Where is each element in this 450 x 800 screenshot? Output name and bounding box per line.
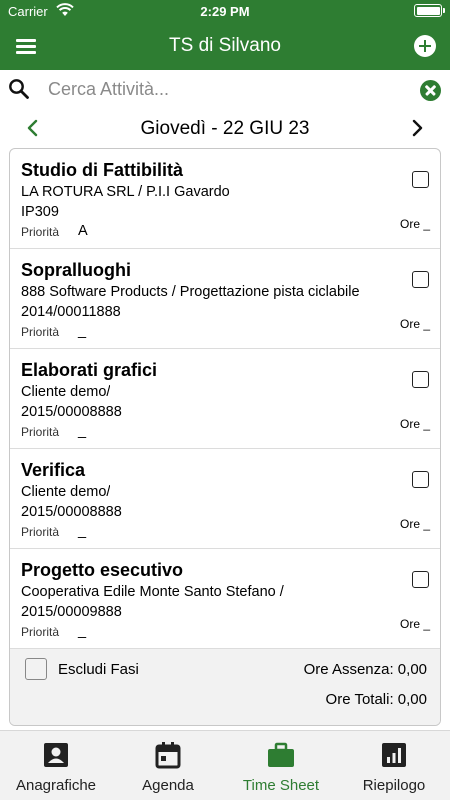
activity-name: Verifica — [21, 460, 86, 480]
list-item[interactable]: Studio di Fattibilità LA ROTURA SRL / P.… — [10, 149, 440, 249]
activity-client: Cooperativa Edile Monte Santo Stefano / — [21, 584, 284, 600]
activity-name: Elaborati grafici — [21, 360, 158, 380]
tab-time-sheet[interactable]: Time Sheet — [225, 731, 337, 800]
search-icon — [8, 78, 30, 105]
list-item[interactable]: Progetto esecutivo Cooperativa Edile Mon… — [10, 549, 440, 649]
activity-code: 2015/00008888 — [21, 504, 122, 520]
priority-label: Priorità — [21, 525, 60, 539]
contact-card-icon — [42, 741, 70, 769]
activity-hours: Ore _ — [399, 317, 430, 331]
bar-chart-icon — [380, 741, 408, 769]
priority-value: A — [78, 223, 88, 239]
list-item[interactable]: Verifica Cliente demo/ 2015/00008888 Pri… — [10, 449, 440, 549]
page-title: TS di Silvano — [169, 35, 281, 56]
activity-client: 888 Software Products / Progettazione pi… — [21, 284, 360, 300]
chevron-right-icon[interactable] — [408, 119, 426, 137]
activity-code: 2015/00009888 — [21, 604, 122, 620]
activity-checkbox[interactable] — [412, 271, 429, 288]
priority-label: Priorità — [21, 225, 60, 239]
list-item[interactable]: Sopralluoghi 888 Software Products / Pro… — [10, 249, 440, 349]
activity-hours: Ore _ — [399, 517, 430, 531]
priority-label: Priorità — [21, 425, 60, 439]
app-screen: Carrier 2:29 PM TS di Silvano Giovedì - … — [0, 0, 450, 800]
current-date: Giovedì - 22 GIU 23 — [140, 118, 310, 139]
priority-label: Priorità — [21, 325, 60, 339]
escludi-fasi-label: Escludi Fasi — [58, 661, 139, 678]
battery-icon — [414, 4, 445, 17]
activity-checkbox[interactable] — [412, 371, 429, 388]
priority-label: Priorità — [21, 625, 60, 639]
activity-code: 2015/00008888 — [21, 404, 122, 420]
search-input[interactable] — [48, 75, 408, 103]
tab-agenda[interactable]: Agenda — [112, 731, 224, 800]
activity-client: Cliente demo/ — [21, 484, 111, 500]
briefcase-icon — [267, 741, 295, 769]
activity-hours: Ore _ — [399, 417, 430, 431]
ore-assenza: Ore Assenza: 0,00 — [303, 661, 427, 678]
tab-label: Riepilogo — [362, 777, 426, 794]
add-circle-icon[interactable] — [414, 35, 436, 57]
calendar-icon — [154, 741, 182, 769]
clear-search-icon[interactable] — [420, 80, 441, 101]
activity-client: LA ROTURA SRL / P.I.I Gavardo — [21, 184, 230, 200]
activity-checkbox[interactable] — [412, 171, 429, 188]
activity-code: 2014/00011888 — [21, 304, 121, 320]
activity-name: Studio di Fattibilità — [21, 160, 183, 180]
activity-hours: Ore _ — [399, 217, 430, 231]
app-header: TS di Silvano — [0, 22, 450, 70]
ore-totali: Ore Totali: 0,00 — [325, 691, 427, 708]
tab-anagrafiche[interactable]: Anagrafiche — [0, 731, 112, 800]
escludi-fasi-checkbox[interactable] — [25, 658, 47, 680]
priority-value: _ — [78, 423, 87, 439]
activity-checkbox[interactable] — [412, 471, 429, 488]
priority-value: _ — [78, 623, 87, 639]
activity-name: Sopralluoghi — [21, 260, 131, 280]
activity-hours: Ore _ — [399, 617, 430, 631]
status-bar: Carrier 2:29 PM — [0, 0, 450, 22]
activity-checkbox[interactable] — [412, 571, 429, 588]
clock: 2:29 PM — [200, 4, 250, 19]
search-bar — [0, 70, 450, 108]
tab-riepilogo[interactable]: Riepilogo — [338, 731, 450, 800]
activity-code: IP309 — [21, 204, 59, 220]
date-navigator: Giovedì - 22 GIU 23 — [0, 110, 450, 146]
activity-list: Studio di Fattibilità LA ROTURA SRL / P.… — [9, 148, 441, 726]
tab-label: Time Sheet — [242, 777, 320, 794]
activity-client: Cliente demo/ — [21, 384, 111, 400]
summary-footer: Escludi Fasi Ore Assenza: 0,00 Ore Total… — [10, 649, 440, 725]
tab-label: Agenda — [142, 777, 194, 794]
list-item[interactable]: Elaborati grafici Cliente demo/ 2015/000… — [10, 349, 440, 449]
activity-name: Progetto esecutivo — [21, 560, 184, 580]
tab-bar: Anagrafiche Agenda Time Sheet Riepilogo — [0, 730, 450, 800]
priority-value: _ — [78, 323, 87, 339]
tab-label: Anagrafiche — [15, 777, 97, 794]
priority-value: _ — [78, 523, 87, 539]
